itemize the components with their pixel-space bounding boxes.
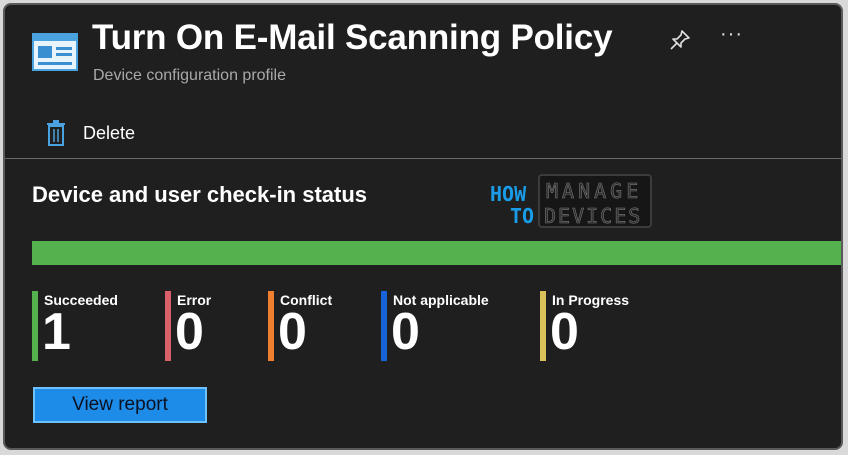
stat-not-applicable: Not applicable 0 [381,291,489,361]
divider [5,158,841,159]
stat-value: 0 [550,303,579,361]
stat-error: Error 0 [165,291,211,361]
stat-value: 0 [278,303,307,361]
stat-value: 0 [391,303,420,361]
trash-icon [47,120,65,146]
stat-value: 0 [175,303,204,361]
delete-button[interactable]: Delete [45,115,135,151]
logo-devices: DEVICES [544,204,642,228]
page-subtitle: Device configuration profile [93,67,286,84]
logo-manage: MANAGE [546,179,642,203]
stat-succeeded: Succeeded 1 [32,291,118,361]
pin-icon[interactable] [669,29,691,51]
policy-panel: Turn On E-Mail Scanning Policy Device co… [3,3,843,450]
in-progress-color-bar [540,291,546,361]
checkin-progress-bar [32,241,841,265]
policy-icon [32,33,78,71]
stat-value: 1 [42,303,71,361]
view-report-button[interactable]: View report [33,387,207,423]
watermark-logo: HOW TO MANAGE DEVICES [490,174,652,228]
stat-in-progress: In Progress 0 [540,291,629,361]
progress-fill [32,241,841,265]
logo-how: HOW [490,182,527,206]
stat-conflict: Conflict 0 [268,291,332,361]
command-bar: Delete [5,115,841,155]
section-title: Device and user check-in status [32,182,368,207]
more-icon[interactable]: ··· [720,23,743,46]
not-applicable-color-bar [381,291,387,361]
logo-to: TO [510,204,534,228]
delete-label: Delete [83,122,136,143]
error-color-bar [165,291,171,361]
page-header: Turn On E-Mail Scanning Policy Device co… [5,5,841,105]
conflict-color-bar [268,291,274,361]
succeeded-color-bar [32,291,38,361]
page-title: Turn On E-Mail Scanning Policy [92,18,613,57]
